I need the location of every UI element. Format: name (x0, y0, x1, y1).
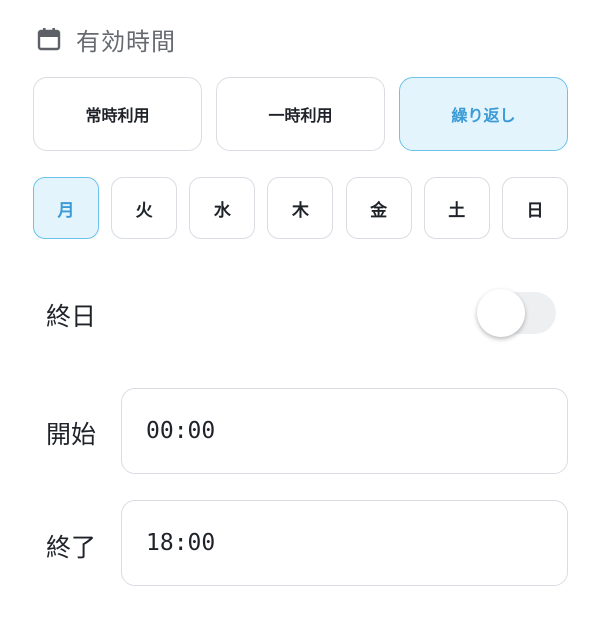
start-time-label: 開始 (46, 420, 97, 449)
toggle-knob (477, 289, 525, 337)
mode-always-button[interactable]: 常時利用 (33, 77, 202, 151)
all-day-toggle[interactable] (477, 289, 556, 337)
day-friday-button[interactable]: 金 (345, 177, 412, 239)
weekday-selector: 月 火 水 木 金 土 日 (33, 177, 568, 239)
day-sunday-button[interactable]: 日 (501, 177, 568, 239)
calendar-icon (36, 26, 62, 52)
day-wednesday-button[interactable]: 水 (189, 177, 256, 239)
day-tuesday-button[interactable]: 火 (111, 177, 178, 239)
day-monday-button[interactable]: 月 (33, 177, 99, 239)
day-saturday-button[interactable]: 土 (423, 177, 490, 239)
mode-temporary-button[interactable]: 一時利用 (216, 77, 385, 151)
start-time-input[interactable]: 00:00 (121, 388, 568, 474)
day-thursday-button[interactable]: 木 (267, 177, 334, 239)
section-header: 有効時間 (36, 22, 176, 56)
end-time-input[interactable]: 18:00 (121, 500, 568, 586)
all-day-label: 終日 (46, 302, 97, 331)
section-title: 有効時間 (76, 27, 176, 56)
mode-repeat-button[interactable]: 繰り返し (399, 77, 568, 151)
usage-mode-selector: 常時利用 一時利用 繰り返し (33, 77, 568, 151)
end-time-label: 終了 (46, 533, 97, 562)
